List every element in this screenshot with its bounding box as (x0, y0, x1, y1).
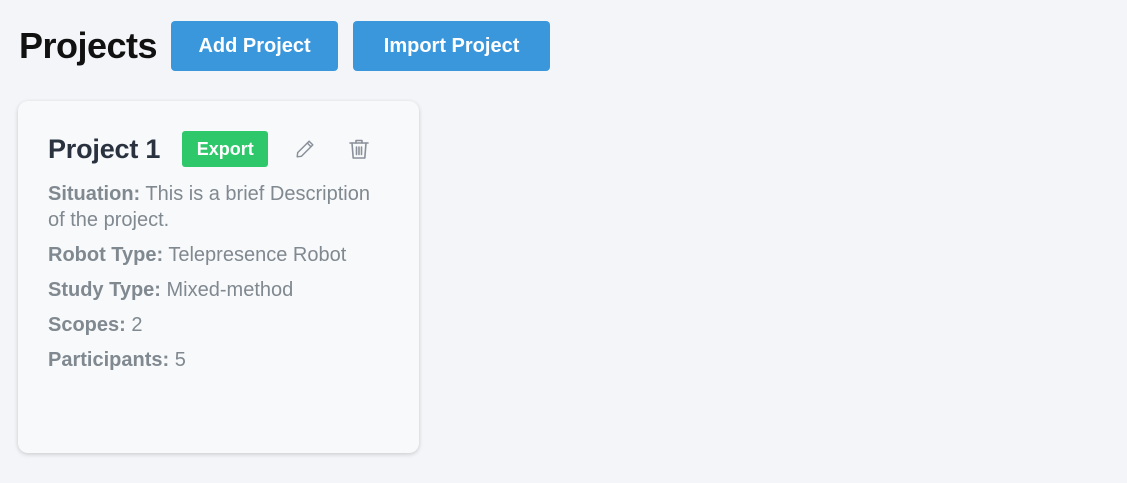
detail-value: 2 (125, 314, 143, 336)
detail-value: 5 (169, 349, 186, 371)
page-header: Projects Add Project Import Project (19, 21, 551, 71)
trash-icon (349, 139, 370, 159)
detail-label: Participants: (48, 349, 170, 371)
delete-project-button[interactable] (346, 136, 372, 162)
detail-robot-type: Robot Type: Telepresence Robot (48, 242, 389, 268)
project-title: Project 1 (48, 133, 161, 164)
detail-label: Study Type: (48, 279, 161, 301)
detail-study-type: Study Type: Mixed-method (48, 277, 389, 303)
project-card: Project 1 Export Situation: This is a br… (18, 101, 419, 453)
detail-value: Telepresence Robot (163, 244, 347, 266)
add-project-button[interactable]: Add Project (171, 21, 339, 71)
project-card-header: Project 1 Export (48, 131, 389, 167)
detail-value: Mixed-method (160, 279, 294, 301)
pencil-icon (296, 140, 314, 158)
detail-participants: Participants: 5 (48, 347, 389, 373)
import-project-button[interactable]: Import Project (353, 21, 551, 71)
detail-label: Situation: (48, 183, 141, 205)
detail-scopes: Scopes: 2 (48, 312, 389, 338)
detail-situation: Situation: This is a brief Description o… (48, 181, 389, 233)
project-details: Situation: This is a brief Description o… (48, 181, 389, 373)
edit-project-button[interactable] (292, 136, 318, 162)
detail-label: Scopes: (48, 314, 126, 336)
detail-label: Robot Type: (48, 244, 164, 266)
page-title: Projects (19, 25, 158, 66)
export-button[interactable]: Export (182, 131, 269, 167)
